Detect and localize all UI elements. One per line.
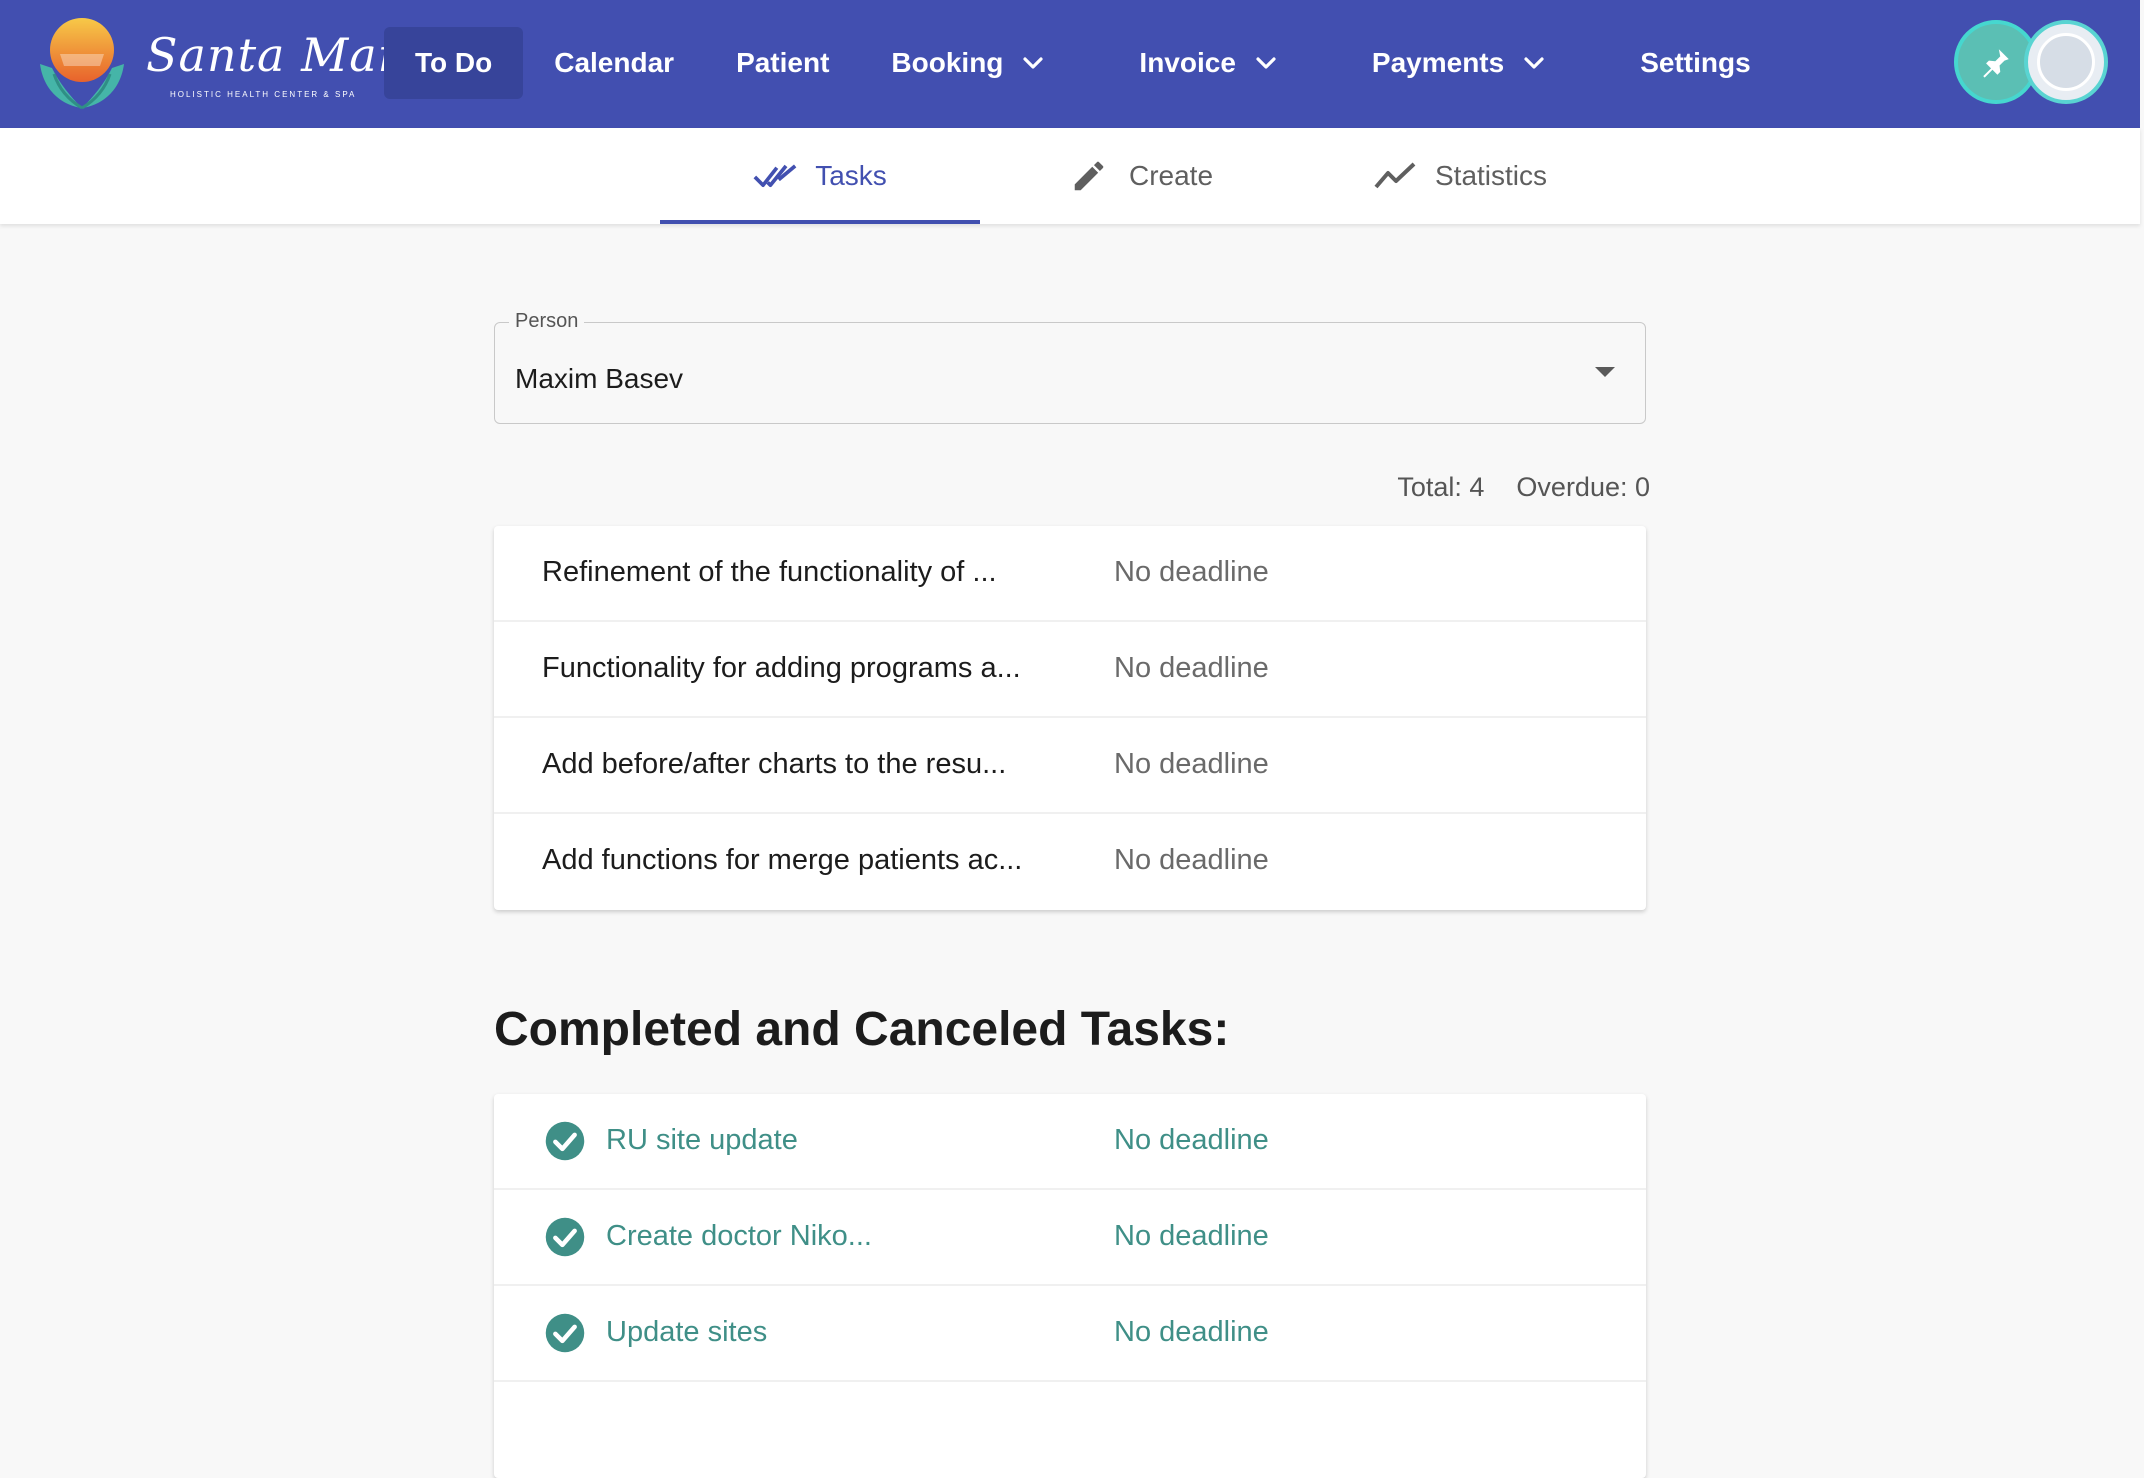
- task-deadline: No deadline: [1114, 652, 1269, 684]
- task-name: RU site update: [606, 1124, 798, 1156]
- nav-invoice-label: Invoice: [1139, 47, 1236, 78]
- completed-section-title: Completed and Canceled Tasks:: [494, 1003, 1230, 1056]
- nav-invoice[interactable]: Invoice: [1108, 27, 1308, 99]
- pin-icon: [1983, 49, 2009, 78]
- check-circle-icon: [545, 1217, 585, 1257]
- lotus-sun-logo-icon: [40, 18, 124, 110]
- completed-task-row[interactable]: Create doctor Niko... No deadline: [494, 1190, 1646, 1286]
- chevron-down-icon: [1256, 57, 1276, 69]
- task-deadline: No deadline: [1114, 1124, 1269, 1156]
- task-deadline: No deadline: [1114, 556, 1269, 588]
- caret-down-icon: [1595, 367, 1615, 377]
- task-deadline: No deadline: [1114, 1220, 1269, 1252]
- task-name: Functionality for adding programs a...: [542, 652, 1021, 684]
- completed-task-row[interactable]: Update sites No deadline: [494, 1286, 1646, 1382]
- nav-calendar[interactable]: Calendar: [523, 27, 705, 99]
- tab-tasks-label: Tasks: [815, 160, 887, 191]
- nav-settings[interactable]: Settings: [1609, 27, 1781, 99]
- total-count: Total: 4: [1397, 472, 1485, 502]
- tab-statistics[interactable]: Statistics: [1300, 128, 1620, 224]
- tabs-bar: Tasks Create Statistics: [0, 128, 2140, 224]
- nav-payments[interactable]: Payments: [1341, 27, 1577, 99]
- completed-task-list: RU site update No deadline Create doctor…: [494, 1094, 1646, 1478]
- task-name: Add before/after charts to the resu...: [542, 748, 1007, 780]
- nav-patient[interactable]: Patient: [705, 27, 860, 99]
- task-name: Refinement of the functionality of ...: [542, 556, 997, 588]
- active-task-list: Refinement of the functionality of ... N…: [494, 526, 1646, 910]
- check-circle-icon: [545, 1313, 585, 1353]
- nav-patient-label: Patient: [736, 47, 830, 78]
- check-circle-icon: [545, 1121, 585, 1161]
- completed-task-row[interactable]: [494, 1382, 1646, 1478]
- nav-todo-label: To Do: [415, 47, 493, 78]
- person-select-label: Person: [509, 310, 585, 333]
- user-area: [1954, 20, 2110, 110]
- trend-line-icon: [1373, 154, 1417, 198]
- nav-payments-label: Payments: [1371, 47, 1505, 78]
- task-row[interactable]: Add before/after charts to the resu... N…: [494, 718, 1646, 814]
- task-row[interactable]: Add functions for merge patients ac... N…: [494, 814, 1646, 910]
- task-counts: Total: 4 Overdue: 0: [1397, 472, 1650, 503]
- brand-logo[interactable]: Santa Maria HOLISTIC HEALTH CENTER & SPA: [30, 14, 444, 114]
- main-nav: To Do Calendar Patient Booking Invoice P…: [384, 27, 1782, 99]
- top-app-bar: Santa Maria HOLISTIC HEALTH CENTER & SPA…: [0, 0, 2140, 128]
- person-select[interactable]: Person Maxim Basev: [494, 310, 1646, 424]
- nav-booking-label: Booking: [891, 47, 1004, 78]
- user-avatar[interactable]: [2024, 20, 2108, 104]
- task-row[interactable]: Refinement of the functionality of ... N…: [494, 526, 1646, 622]
- task-name: Create doctor Niko...: [606, 1220, 872, 1252]
- task-deadline: No deadline: [1114, 748, 1269, 780]
- pencil-icon: [1067, 154, 1111, 198]
- person-select-value: Maxim Basev: [515, 363, 684, 394]
- double-check-icon: [753, 154, 797, 198]
- completed-task-row[interactable]: RU site update No deadline: [494, 1094, 1646, 1190]
- task-name: Update sites: [606, 1316, 768, 1348]
- chevron-down-icon: [1524, 57, 1544, 69]
- task-name: Add functions for merge patients ac...: [542, 844, 1023, 876]
- tab-create-label: Create: [1128, 160, 1214, 191]
- chevron-down-icon: [1023, 57, 1044, 69]
- nav-calendar-label: Calendar: [554, 47, 675, 78]
- task-row[interactable]: Functionality for adding programs a... N…: [494, 622, 1646, 718]
- tab-statistics-label: Statistics: [1434, 160, 1548, 191]
- task-deadline: No deadline: [1114, 844, 1269, 876]
- brand-tagline: HOLISTIC HEALTH CENTER & SPA: [170, 90, 357, 99]
- avatar-image: [2037, 33, 2095, 91]
- nav-todo[interactable]: To Do: [384, 27, 524, 99]
- tab-create[interactable]: Create: [980, 128, 1300, 224]
- nav-settings-label: Settings: [1640, 47, 1751, 78]
- overdue-count: Overdue: 0: [1516, 472, 1650, 502]
- nav-booking[interactable]: Booking: [860, 27, 1076, 99]
- tab-tasks[interactable]: Tasks: [660, 128, 980, 224]
- task-deadline: No deadline: [1114, 1316, 1269, 1348]
